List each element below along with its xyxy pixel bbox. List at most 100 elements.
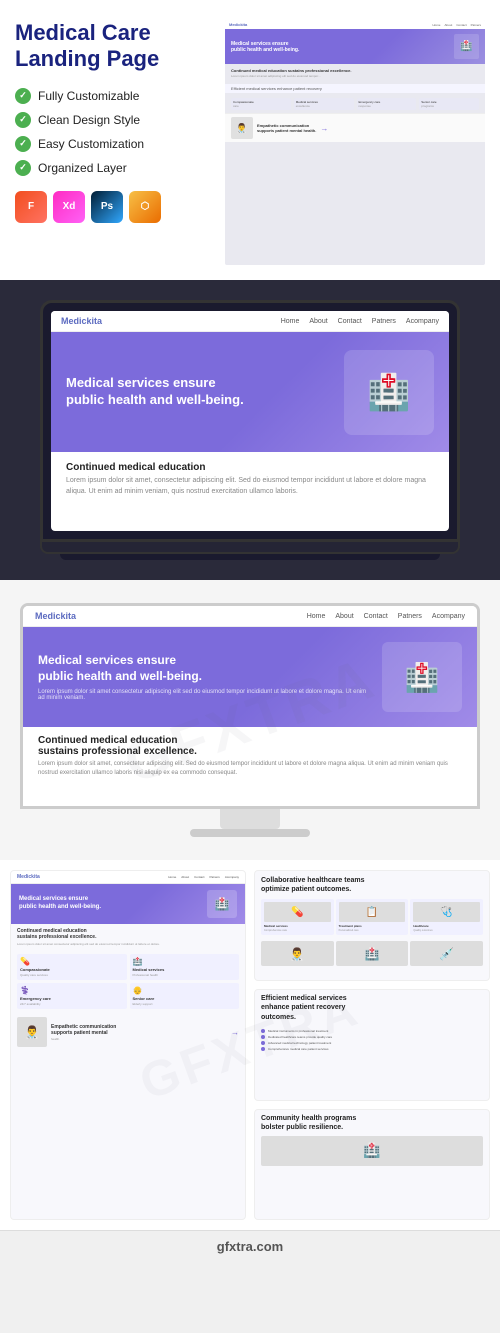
top-left: Medical Care Landing Page Fully Customiz… [15,20,215,265]
nav-links: Home About Contact Patners Acompany [281,318,439,325]
bullet-icon [261,1029,265,1033]
hero-title: Medical services ensurepublic health and… [231,41,449,53]
bp-hero: Medical services ensurepublic health and… [11,884,245,924]
bp-feature-2: 🏥 Medical services Professional health [130,954,240,980]
sketch-icon: ⬡ [129,191,161,223]
rp-box-3: Community health programsbolster public … [254,1109,490,1220]
right-previews: Collaborative healthcare teamsoptimize p… [254,870,490,1220]
ls-content: Continued medical education Lorem ipsum … [51,452,449,507]
collaborative-title: Collaborative healthcare teamsoptimize p… [255,871,489,896]
feature-card: Compassionatecare [231,98,291,110]
feat-title: Treatment plans [339,924,406,928]
rp-features: 💊 Medical services Comprehensive care 📋 … [255,896,489,938]
feature-label: Fully Customizable [38,89,139,103]
top-right-stack: Medickita Home About Contact Patners Med… [225,20,485,265]
rp-box-1: Collaborative healthcare teamsoptimize p… [254,870,490,981]
desktop-section: GFXTRA Medickita Home About Contact Patn… [0,580,500,860]
efficient-title: Efficient medical servicesenhance patien… [255,990,489,1025]
bullet-icon [261,1047,265,1051]
feature-desc: Quality care services [20,973,124,977]
laptop-mockup: Medickita Home About Contact Patners Aco… [40,300,460,560]
list-item: Dedicated healthcare teams provide quali… [261,1035,483,1039]
check-icon [15,88,31,104]
ms-hero: Medical services ensurepublic health and… [23,627,477,727]
service-img-2: 🏥 [336,941,409,966]
list-text: Advanced medical technology patient trea… [268,1041,331,1045]
tool-icons: F Xd Ps ⬡ [15,191,210,223]
bullet-icon [261,1041,265,1045]
people-text: Empathetic communicationsupports patient… [51,1024,227,1041]
ms-hero-desc: Lorem ipsum dolor sit amet consectetur a… [38,689,372,701]
bp-nav-links: Home About Contact Patners Acompany [168,875,239,879]
ms-hero-illustration: 🏥 [382,642,462,712]
list-text: Medical instruments in professional trea… [268,1029,328,1033]
feature-list: Fully Customizable Clean Design Style Ea… [15,88,210,176]
footer: gfxtra.com [0,1230,500,1262]
feature-card: Senior careprograms [419,98,479,110]
laptop-base [40,542,460,554]
feature-title: Medical services [133,967,237,972]
feature-label: Organized Layer [38,161,127,175]
empathetic-title: Empathetic communicationsupports patient… [257,123,316,133]
bp-nav: Medickita Home About Contact Patners Aco… [11,871,245,884]
feature-icon: ⚕️ [20,986,124,995]
feature-label: Clean Design Style [38,113,140,127]
ms-subtitle: Continued medical educationsustains prof… [38,735,462,757]
content-subtitle: Continued medical education sustains pro… [231,68,479,73]
laptop-screen: Medickita Home About Contact Patners Aco… [51,311,449,531]
bp-content: Continued medical educationsustains prof… [11,924,245,950]
bp-feature-1: 💊 Compassionate Quality care services [17,954,127,980]
bp-nav-logo: Medickita [17,874,40,880]
bp-hero-text: Medical services ensurepublic health and… [19,896,202,912]
page-title: Medical Care Landing Page [15,20,210,73]
ms-desc: Lorem ipsum dolor sit amet, consectetur … [38,760,462,778]
rp-feat-3: 🩺 Healthcare Quality outcomes [410,899,483,935]
side-label: Efficient medical services enhance patie… [231,86,479,91]
feature-title: Emergency care [20,996,124,1001]
arrow-icon: → [320,124,328,133]
bottom-preview-left: Medickita Home About Contact Patners Aco… [10,870,246,1220]
arrow-icon: → [231,1028,239,1037]
feat-title: Medical services [264,924,331,928]
figma-icon: F [15,191,47,223]
doctor-image: 👨‍⚕️ [231,117,253,139]
bp-hero-illustration: 🏥 [207,890,237,918]
feature-desc: Professional health [133,973,237,977]
xd-icon: Xd [53,191,85,223]
service-img-1: 👨‍⚕️ [261,941,334,966]
service-img-3: 💉 [410,941,483,966]
ls-hero-illustration: 🏥 [344,350,434,435]
ms-nav: Medickita Home About Contact Patners Aco… [23,606,477,627]
ls-subtitle: Continued medical education [66,462,434,473]
people-desc: health. [51,1037,227,1041]
check-icon [15,112,31,128]
feature-icon: 💊 [20,957,124,966]
bp-desc: Lorem ipsum dolor sit amet consectetur a… [17,942,239,946]
laptop-section: GFXTRA Medickita Home About Contact Patn… [0,280,500,580]
feat-img: 📋 [339,902,406,922]
feature-desc: Elderly support [133,1002,237,1006]
bp-feature-3: ⚕️ Emergency care 24/7 availability [17,983,127,1009]
ls-nav: Medickita Home About Contact Patners Aco… [51,311,449,332]
feat-desc: Personalized care [339,929,406,932]
ms-hero-title: Medical services ensurepublic health and… [38,653,372,684]
monitor-body: Medickita Home About Contact Patners Aco… [20,603,480,809]
rp-img-row: 👨‍⚕️ 🏥 💉 [255,938,489,969]
ms-content: Continued medical educationsustains prof… [23,727,477,786]
feat-img: 🩺 [413,902,480,922]
list-item: Medical instruments in professional trea… [261,1029,483,1033]
list-text: Dedicated healthcare teams provide quali… [268,1035,332,1039]
bp-subtitle: Continued medical educationsustains prof… [17,928,239,940]
list-item: Comprehensive medical care patient servi… [261,1047,483,1051]
bp-hero-title: Medical services ensurepublic health and… [19,896,202,912]
doctor-img: 👨‍⚕️ [17,1017,47,1047]
community-title: Community health programsbolster public … [255,1110,489,1136]
rp-feat-2: 📋 Treatment plans Personalized care [336,899,409,935]
rp-list: Medical instruments in professional trea… [255,1026,489,1056]
hero-illustration: 🏥 [454,34,479,59]
feature-card: Emergency careresponse [357,98,417,110]
rp-feat-1: 💊 Medical services Comprehensive care [261,899,334,935]
bp-features: 💊 Compassionate Quality care services 🏥 … [11,950,245,1013]
feat-desc: Comprehensive care [264,929,331,932]
list-item: Clean Design Style [15,112,210,128]
